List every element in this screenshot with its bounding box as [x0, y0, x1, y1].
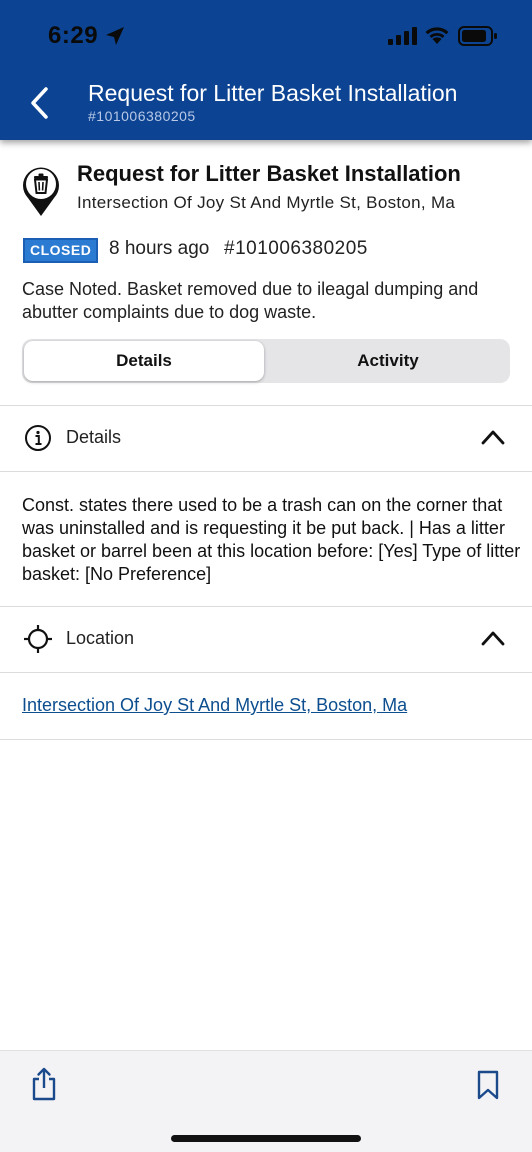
request-address: Intersection Of Joy St And Myrtle St, Bo…: [77, 193, 456, 212]
info-icon: [25, 425, 51, 451]
bottom-toolbar: [0, 1050, 532, 1152]
details-section-label: Details: [66, 427, 122, 447]
location-arrow-icon: [106, 27, 124, 45]
bookmark-icon[interactable]: [476, 1070, 500, 1100]
case-note: Case Noted. Basket removed due to ileaga…: [22, 279, 479, 322]
request-title: Request for Litter Basket Installation: [77, 161, 461, 186]
status-time: 6:29: [48, 22, 99, 49]
tab-details[interactable]: Details: [24, 341, 264, 381]
status-badge: CLOSED: [23, 238, 99, 263]
details-section-header[interactable]: Details: [0, 406, 532, 470]
details-text: Const. states there used to be a trash c…: [22, 495, 521, 584]
divider: [0, 471, 532, 472]
location-link[interactable]: Intersection Of Joy St And Myrtle St, Bo…: [22, 695, 407, 716]
header-title: Request for Litter Basket Installation: [88, 80, 458, 106]
back-button[interactable]: [22, 82, 56, 124]
divider: [0, 672, 532, 673]
trash-pin-icon: [23, 167, 59, 216]
location-section-header[interactable]: Location: [0, 607, 532, 671]
app-header: 6:29 Request for Litter Basket Installat…: [0, 0, 532, 140]
chevron-left-icon: [31, 87, 48, 119]
time-ago: 8 hours ago: [109, 238, 210, 259]
case-number: #101006380205: [224, 238, 368, 259]
cellular-signal-icon: [388, 27, 417, 45]
divider: [0, 739, 532, 740]
header-case-number: #101006380205: [88, 108, 196, 124]
chevron-up-icon: [481, 631, 505, 646]
wifi-icon: [425, 27, 449, 44]
battery-icon: [458, 26, 497, 46]
share-icon[interactable]: [30, 1067, 58, 1101]
status-bar: 6:29: [0, 0, 532, 70]
home-indicator: [171, 1135, 361, 1142]
tab-switcher: Details Activity: [22, 339, 510, 383]
location-section-label: Location: [66, 628, 135, 648]
crosshair-icon: [24, 625, 52, 653]
chevron-up-icon: [481, 430, 505, 445]
tab-activity[interactable]: Activity: [268, 341, 508, 381]
